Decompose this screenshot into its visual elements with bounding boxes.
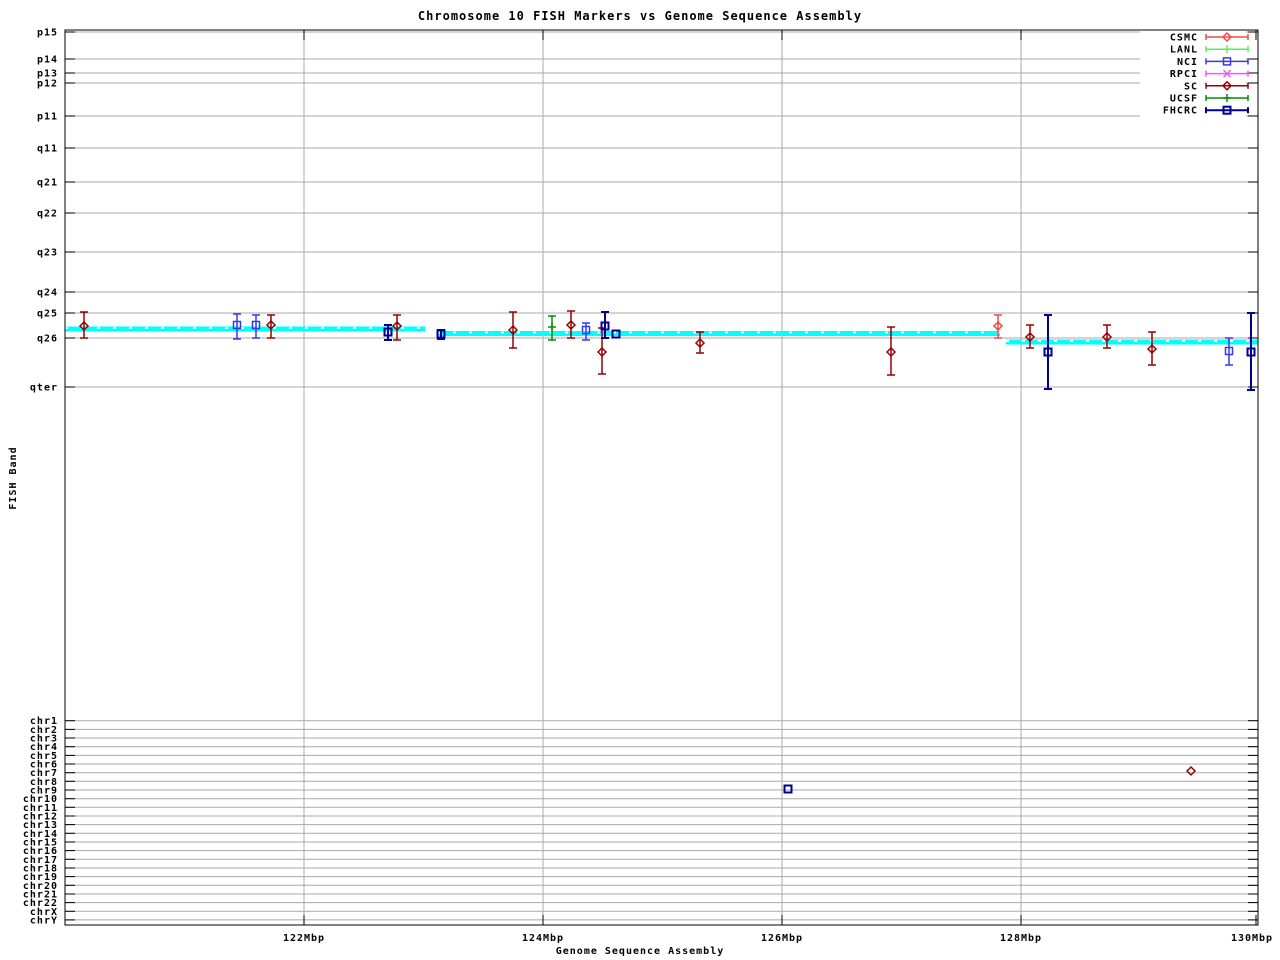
chart-canvas: p15p14p13p12p11q11q21q22q23q24q25q26qter… — [23, 28, 1273, 945]
chart-stage: Chromosome 10 FISH Markers vs Genome Seq… — [0, 0, 1280, 960]
data-point-square — [783, 784, 793, 794]
band-tick-label: p11 — [37, 112, 58, 123]
band-tick-label: q24 — [37, 288, 58, 299]
band-tick-label: p15 — [37, 28, 58, 39]
band-tick-label: chrY — [30, 915, 58, 926]
band-tick-label: q11 — [37, 144, 58, 155]
band-tick-label: p12 — [37, 79, 58, 90]
band-tick-label: q26 — [37, 334, 58, 345]
band-tick-label: q21 — [37, 178, 58, 189]
band-tick-label: q25 — [37, 309, 58, 320]
legend-label: NCI — [1177, 57, 1198, 68]
mbp-tick-label: 126Mbp — [761, 933, 803, 944]
band-tick-label: qter — [30, 383, 58, 394]
mbp-tick-label: 128Mbp — [1000, 933, 1042, 944]
band-tick-label: q22 — [37, 209, 58, 220]
mbp-tick-label: 130Mbp — [1231, 933, 1273, 944]
mbp-tick-label: 122Mbp — [283, 933, 325, 944]
legend-label: FHCRC — [1163, 106, 1198, 117]
legend-label: LANL — [1170, 45, 1198, 56]
band-tick-label: p14 — [37, 55, 58, 66]
legend-label: RPCI — [1170, 69, 1198, 80]
mbp-tick-label: 124Mbp — [522, 933, 564, 944]
band-tick-label: q23 — [37, 248, 58, 259]
data-point-diamond — [1185, 765, 1197, 777]
plot-border — [64, 29, 1259, 926]
legend-label: UCSF — [1170, 94, 1198, 105]
legend-label: CSMC — [1170, 33, 1198, 44]
legend-label: SC — [1184, 81, 1198, 92]
